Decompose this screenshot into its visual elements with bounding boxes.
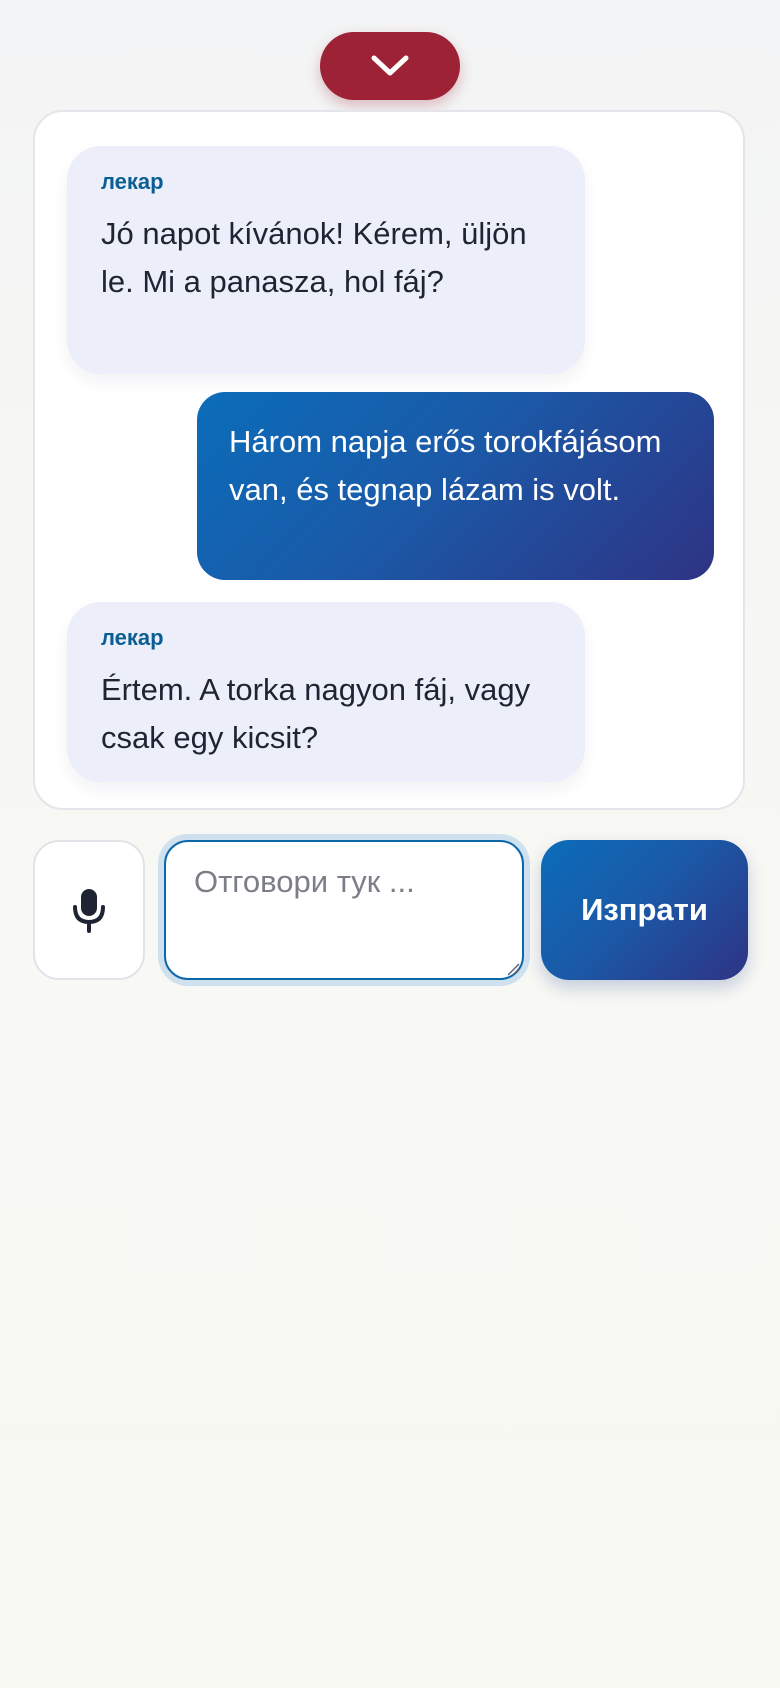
microphone-icon xyxy=(73,889,105,933)
send-button[interactable]: Изпрати xyxy=(541,840,748,980)
sender-label: лекар xyxy=(101,625,164,650)
reply-input[interactable] xyxy=(164,840,524,980)
message-text: Jó napot kívánok! Kérem, üljön le. Mi a … xyxy=(101,216,527,299)
message-text: Három napja erős torokfájásom van, és te… xyxy=(229,424,662,507)
doctor-message: лекар Értem. A torka nagyon fáj, vagy cs… xyxy=(67,602,585,782)
chat-panel: лекар Jó napot kívánok! Kérem, üljön le.… xyxy=(33,110,745,810)
doctor-message: лекар Jó napot kívánok! Kérem, üljön le.… xyxy=(67,146,585,374)
sender-label: лекар xyxy=(101,169,164,194)
user-message: Három napja erős torokfájásom van, és te… xyxy=(197,392,714,580)
message-text: Értem. A torka nagyon fáj, vagy csak egy… xyxy=(101,672,531,755)
microphone-button[interactable] xyxy=(33,840,145,980)
resize-handle-icon[interactable] xyxy=(506,962,520,976)
reply-input-wrapper xyxy=(158,834,530,986)
chevron-down-icon xyxy=(371,55,409,76)
collapse-button[interactable] xyxy=(320,32,460,100)
